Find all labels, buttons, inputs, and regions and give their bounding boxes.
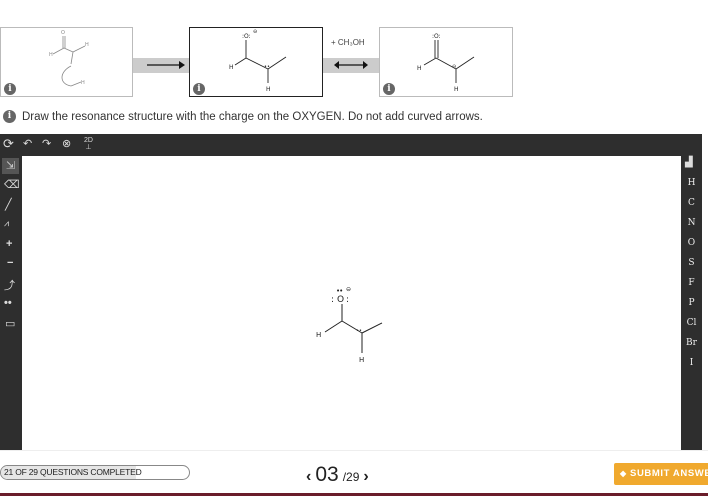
reagent-label: + CH₃OH (331, 38, 365, 47)
cycle-icon[interactable]: ⟳ (3, 136, 14, 152)
element-f[interactable]: F (681, 278, 702, 288)
info-icon[interactable]: i (193, 83, 205, 95)
editor-left-toolbar: ⇲ ⌫ ╱ ⩘ + − ⤴ •• ▭ (0, 156, 22, 450)
instruction-row: i Draw the resonance structure with the … (3, 110, 483, 123)
zoom-icon[interactable]: ⊗ (62, 137, 71, 150)
element-i[interactable]: I (681, 358, 702, 368)
element-br[interactable]: Br (681, 338, 702, 348)
element-s[interactable]: S (681, 258, 702, 268)
svg-text::: : (331, 295, 334, 305)
svg-text:O: O (61, 30, 65, 36)
svg-text:••: •• (356, 328, 362, 334)
svg-text:H: H (81, 80, 85, 86)
svg-text:H: H (417, 65, 422, 72)
question-pager: ‹ 03 /29 › (306, 463, 369, 487)
hydrogen-atom: H (316, 331, 321, 339)
svg-text:••: •• (336, 287, 343, 295)
svg-text:H: H (454, 86, 459, 93)
element-n[interactable]: N (681, 218, 702, 228)
svg-text:⊖: ⊖ (253, 29, 257, 35)
total-questions: /29 (342, 470, 360, 484)
undo-icon[interactable]: ↶ (23, 137, 32, 150)
svg-text:H: H (49, 52, 53, 58)
drawn-molecule: O :: •• ⊖ H H •• (316, 286, 383, 364)
instruction-text: Draw the resonance structure with the ch… (22, 110, 483, 123)
eraser-icon[interactable]: ⌫ (4, 178, 20, 191)
mechanism-panel-1[interactable]: O H H H i (0, 27, 133, 97)
svg-text:H: H (266, 86, 271, 93)
svg-text::O:: :O: (242, 33, 251, 40)
structure-drawing-3: :O: H H ⊖ (417, 33, 475, 93)
structure-drawing-2: :O:⊖ H H •• (229, 29, 287, 93)
submit-icon: ◆ (620, 469, 627, 478)
submit-label: SUBMIT ANSWER (630, 468, 708, 479)
resonance-arrow-icon (334, 61, 368, 69)
minus-charge-icon[interactable]: − (7, 257, 13, 269)
info-icon[interactable]: i (4, 83, 16, 95)
redo-icon[interactable]: ↷ (42, 137, 51, 150)
element-cl[interactable]: Cl (681, 318, 702, 328)
mechanism-panel-2[interactable]: :O: ⊖ H H •• i (189, 27, 323, 97)
hydrogen-atom: H (359, 356, 364, 364)
next-question-icon[interactable]: › (363, 468, 368, 486)
progress-text: 21 OF 29 QUESTIONS COMPLETED (4, 467, 142, 477)
element-o[interactable]: O (681, 238, 702, 248)
element-p[interactable]: P (681, 298, 702, 308)
svg-text:••: •• (264, 64, 270, 70)
periodic-table-icon[interactable]: ▟ (685, 157, 693, 168)
charge-symbol: ⊖ (346, 286, 351, 293)
oxygen-atom: O (337, 295, 344, 305)
submit-answer-button[interactable]: ◆ SUBMIT ANSWER (614, 463, 708, 485)
svg-text::: : (346, 295, 349, 305)
svg-text:⊖: ⊖ (452, 64, 456, 70)
element-c[interactable]: C (681, 198, 702, 208)
element-palette: ▟ H C N O S F P Cl Br I (681, 156, 702, 450)
reaction-arrow-icon (147, 61, 185, 69)
svg-text::O:: :O: (432, 33, 441, 40)
arrow-icon[interactable]: ⤴ (4, 277, 15, 293)
svg-text:H: H (229, 64, 234, 71)
info-icon[interactable]: i (3, 110, 16, 123)
chain-icon[interactable]: ⩘ (4, 218, 9, 229)
lone-pair-icon[interactable]: •• (4, 297, 12, 309)
plus-charge-icon[interactable]: + (6, 238, 12, 250)
prev-question-icon[interactable]: ‹ (306, 468, 311, 486)
element-h[interactable]: H (681, 178, 702, 188)
select-icon[interactable]: ⇲ (2, 158, 19, 174)
structure-drawing-1: O H H H (49, 30, 89, 87)
progress-bar: 21 OF 29 QUESTIONS COMPLETED (0, 465, 190, 480)
editor-top-toolbar: ⟳ ↶ ↷ ⊗ 2D ⊥ (0, 134, 702, 156)
drawing-canvas[interactable]: O :: •• ⊖ H H •• (22, 156, 681, 450)
info-icon[interactable]: i (383, 83, 395, 95)
2d-icon[interactable]: 2D ⊥ (84, 137, 93, 151)
bond-icon[interactable]: ╱ (5, 198, 12, 211)
box-icon[interactable]: ▭ (5, 317, 15, 330)
mechanism-panel-3[interactable]: :O: H H ⊖ i (379, 27, 513, 97)
svg-text:H: H (85, 42, 89, 48)
2d-label: 2D (84, 137, 93, 144)
current-question: 03 (315, 463, 339, 486)
